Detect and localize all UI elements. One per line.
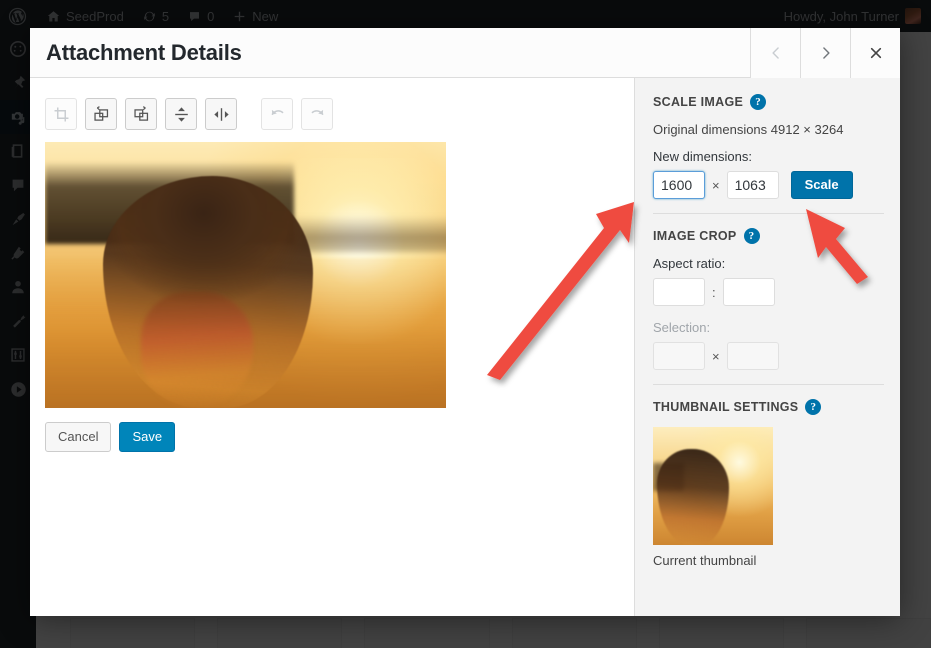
page-title: Attachment Details xyxy=(46,40,242,65)
help-icon[interactable]: ? xyxy=(750,94,767,110)
width-input[interactable] xyxy=(653,171,705,199)
rotate-left-button[interactable] xyxy=(85,98,117,130)
divider xyxy=(653,384,884,385)
selection-separator: × xyxy=(712,348,720,364)
modal-body: Cancel Save Scale Image ? Original dimen… xyxy=(30,78,900,616)
help-icon[interactable]: ? xyxy=(805,399,822,415)
rotate-right-icon xyxy=(133,105,148,121)
selection-row: × xyxy=(653,342,884,370)
aspect-ratio-separator: : xyxy=(712,284,716,300)
modal-nav-buttons xyxy=(750,28,900,78)
selection-width-input[interactable] xyxy=(653,342,705,370)
scale-image-section-title: Scale Image ? xyxy=(653,94,884,110)
save-button[interactable]: Save xyxy=(119,422,176,452)
next-attachment-button[interactable] xyxy=(800,28,850,78)
divider xyxy=(653,213,884,214)
modal-header: Attachment Details xyxy=(30,28,900,78)
redo-icon xyxy=(311,109,323,115)
new-dimensions-row: × Scale xyxy=(653,171,884,199)
close-button[interactable] xyxy=(850,28,900,78)
aspect-ratio-height-input[interactable] xyxy=(722,278,775,306)
settings-pane: Scale Image ? Original dimensions 4912 ×… xyxy=(634,78,900,616)
redo-button[interactable] xyxy=(301,98,333,130)
new-dimensions-label: New dimensions: xyxy=(653,149,752,164)
chevron-right-icon xyxy=(822,47,830,59)
image-editor-pane: Cancel Save xyxy=(30,78,634,616)
current-thumbnail-image[interactable] xyxy=(653,427,773,545)
thumbnail-settings-section-title: Thumbnail Settings ? xyxy=(653,399,884,415)
subject-hair-highlight xyxy=(141,292,253,408)
help-icon[interactable]: ? xyxy=(743,228,760,244)
crop-button[interactable] xyxy=(45,98,77,130)
scale-image-label: Scale Image xyxy=(653,95,744,109)
height-input[interactable] xyxy=(726,171,779,199)
image-editor-toolbar xyxy=(45,98,620,130)
dimension-separator: × xyxy=(712,177,720,193)
cancel-button[interactable]: Cancel xyxy=(45,422,112,452)
flip-vertical-button[interactable] xyxy=(165,98,197,130)
aspect-ratio-width-input[interactable] xyxy=(653,278,705,306)
aspect-ratio-row: : xyxy=(653,278,884,306)
image-crop-section-title: Image Crop ? xyxy=(653,228,884,244)
editor-actions: Cancel Save xyxy=(45,422,620,452)
rotate-right-button[interactable] xyxy=(125,98,157,130)
selection-height-input[interactable] xyxy=(726,342,779,370)
attachment-details-modal: Attachment Details Cancel Save SCALE IMA… xyxy=(30,28,900,616)
editing-image[interactable] xyxy=(45,142,446,408)
current-thumbnail-caption: Current thumbnail xyxy=(653,553,757,568)
thumbnail-silhouette xyxy=(657,449,729,545)
image-crop-label: Image Crop xyxy=(653,229,737,243)
flip-horizontal-button[interactable] xyxy=(205,98,237,130)
rotate-left-icon xyxy=(93,105,108,121)
aspect-ratio-label: Aspect ratio: xyxy=(653,256,726,271)
flip-horizontal-icon xyxy=(213,107,229,121)
close-icon xyxy=(870,47,881,59)
undo-icon xyxy=(271,109,283,115)
chevron-left-icon xyxy=(771,47,779,59)
flip-vertical-icon xyxy=(174,106,188,122)
original-dimensions: Original dimensions 4912 × 3264 xyxy=(653,122,844,137)
scale-button[interactable]: Scale xyxy=(790,171,853,199)
thumbnail-settings-label: Thumbnail Settings xyxy=(653,400,799,414)
previous-attachment-button[interactable] xyxy=(750,28,800,78)
undo-button[interactable] xyxy=(261,98,293,130)
selection-label: Selection: xyxy=(653,320,711,335)
crop-icon xyxy=(54,107,68,121)
